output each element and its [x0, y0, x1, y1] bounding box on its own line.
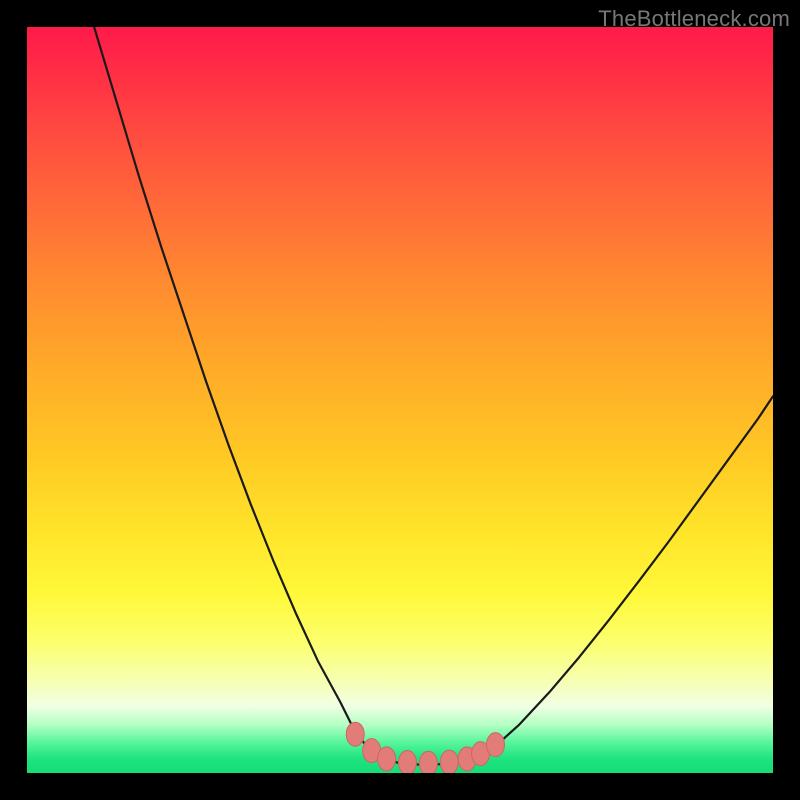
bottleneck-curve [94, 27, 773, 765]
curve-marker [440, 750, 458, 773]
chart-plot-area [27, 27, 773, 773]
curve-marker [486, 733, 504, 757]
curve-marker [419, 751, 437, 773]
watermark-text: TheBottleneck.com [598, 6, 790, 32]
curve-marker [378, 747, 396, 771]
chart-svg [27, 27, 773, 773]
curve-marker [398, 751, 416, 773]
marker-group [346, 722, 504, 773]
curve-marker [346, 722, 364, 746]
